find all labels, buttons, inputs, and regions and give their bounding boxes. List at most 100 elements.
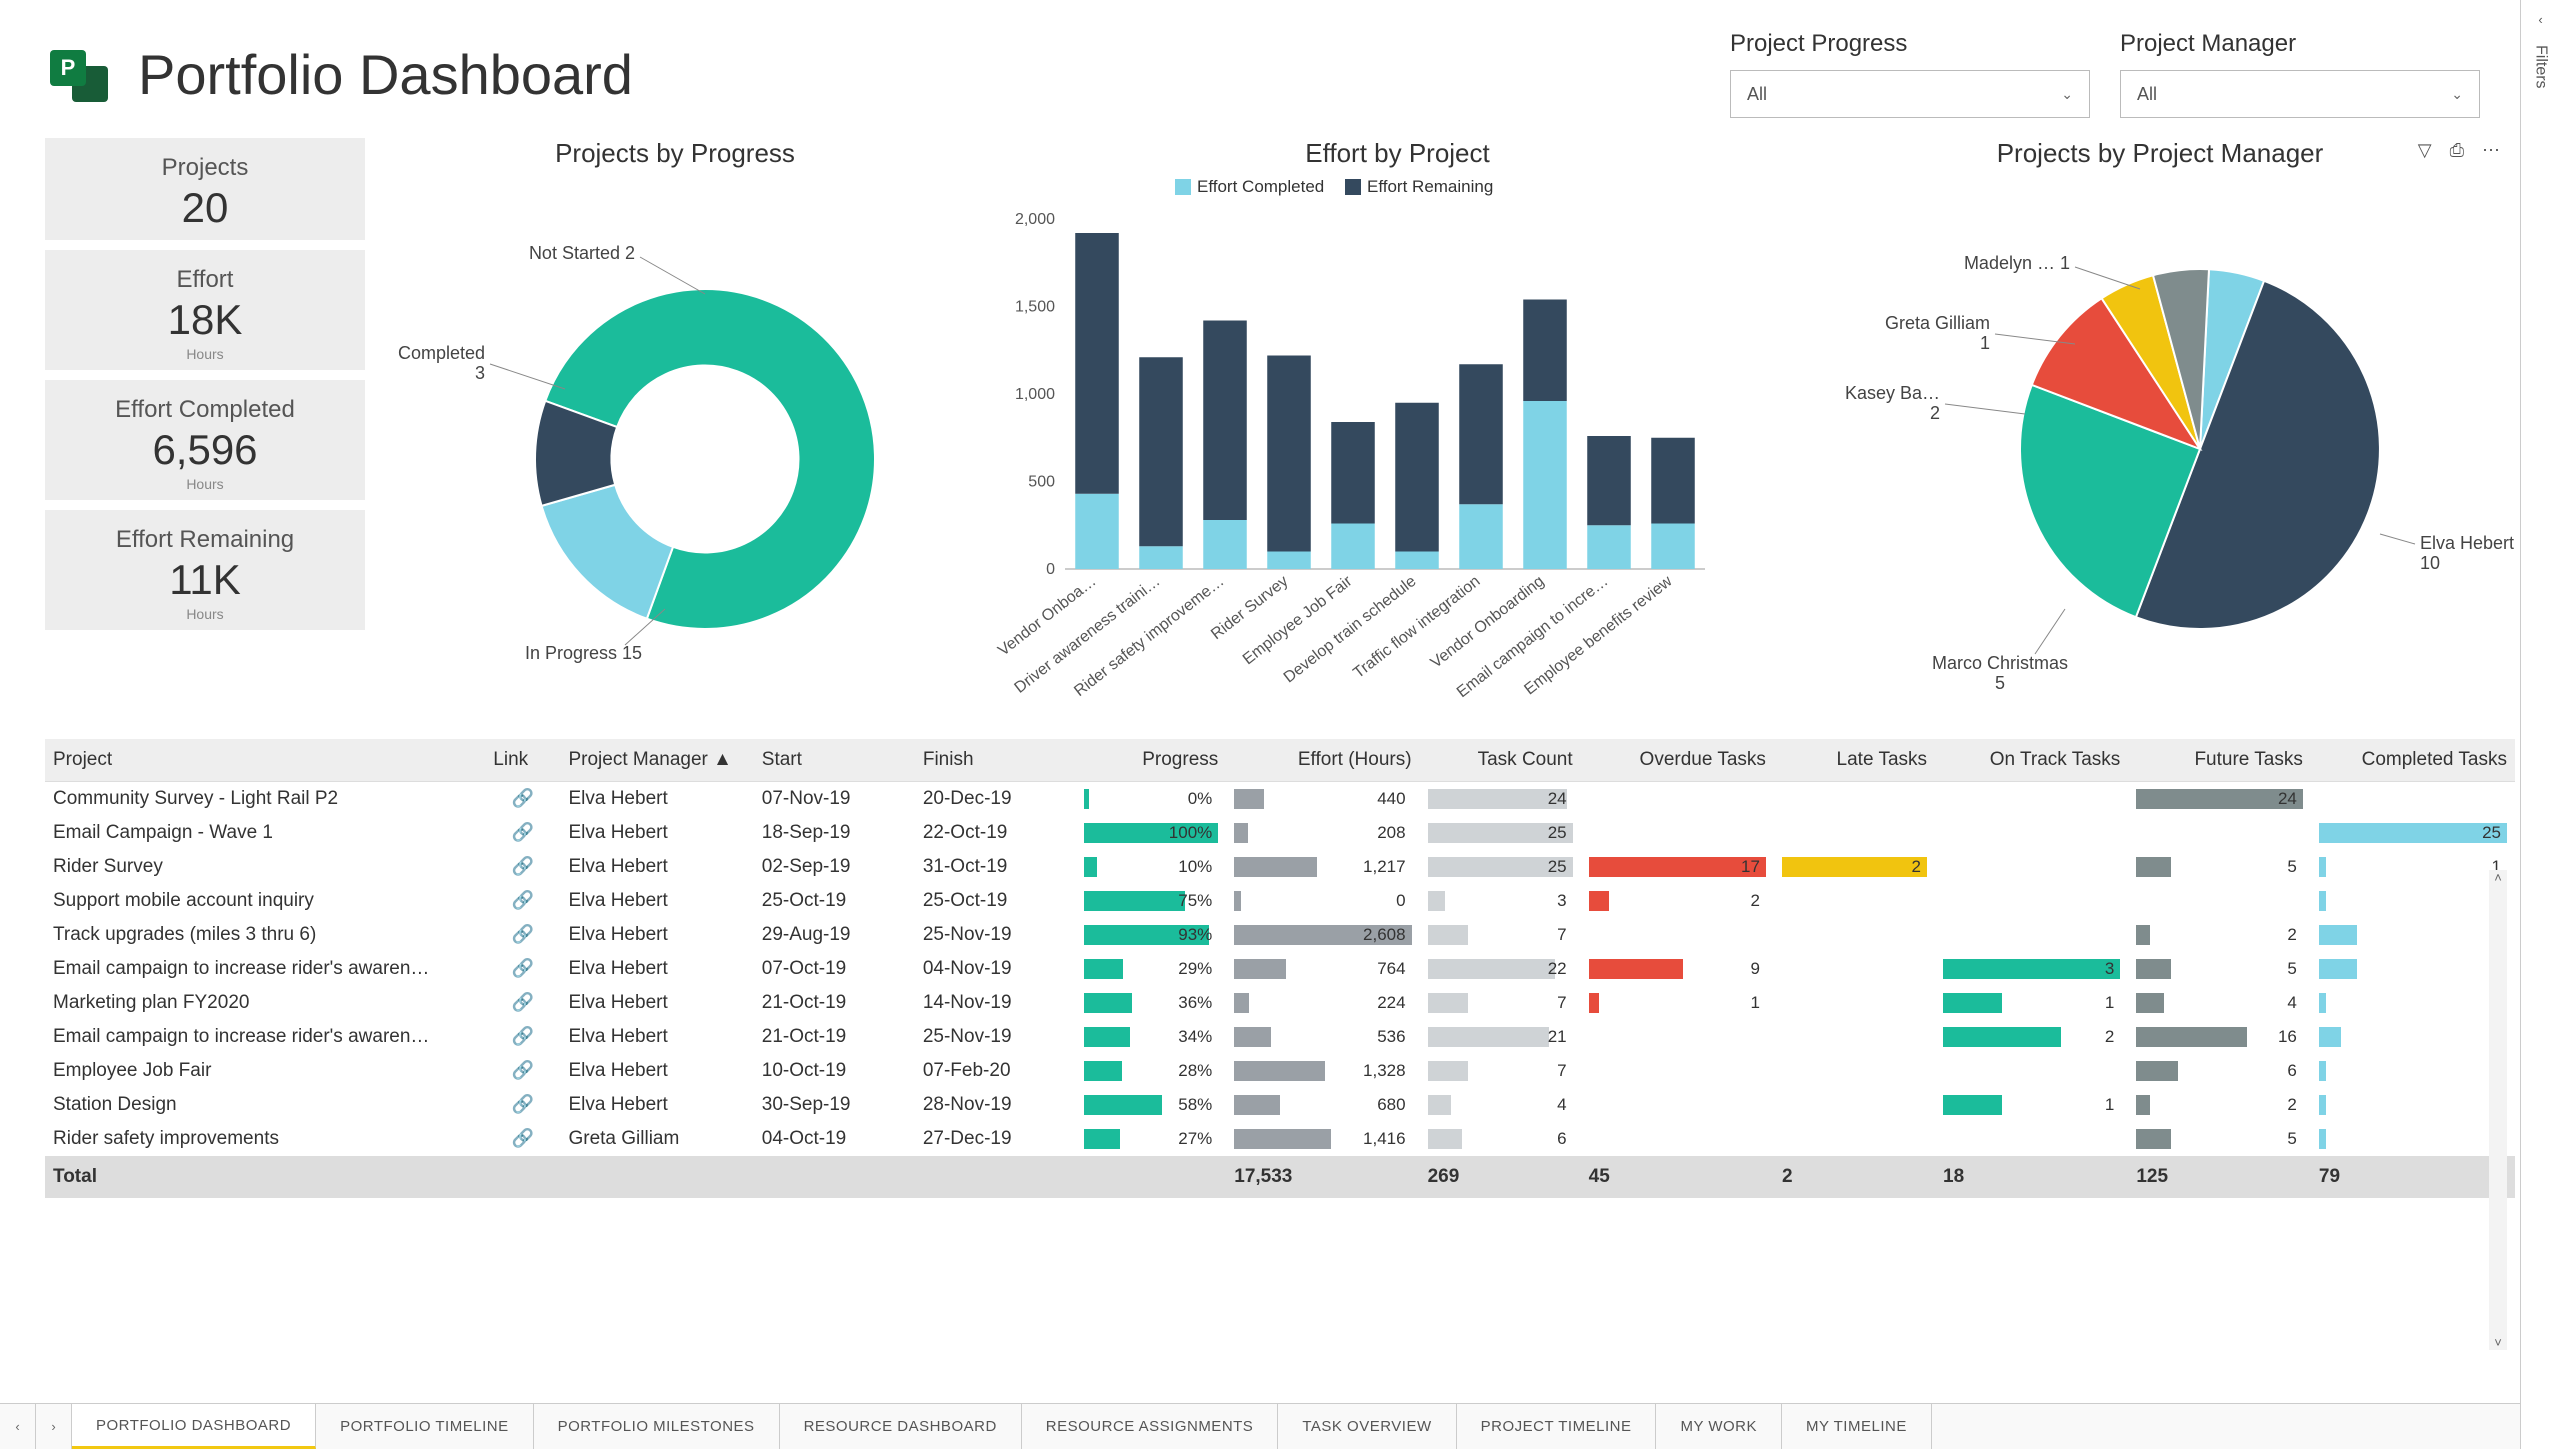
- kpi-value: 6,596: [45, 426, 365, 474]
- slicer-dropdown[interactable]: All ⌄: [1730, 70, 2090, 118]
- col-header[interactable]: On Track Tasks: [1935, 739, 2128, 782]
- cell-project: Marketing plan FY2020: [45, 986, 485, 1020]
- cell-project: Track upgrades (miles 3 thru 6): [45, 918, 485, 952]
- svg-text:Effort Remaining: Effort Remaining: [1367, 179, 1493, 196]
- slicer-project progress: Project Progress All ⌄: [1730, 30, 2090, 118]
- kpi-value: 20: [45, 184, 365, 232]
- cell-finish: 04-Nov-19: [915, 952, 1076, 986]
- cell-start: 30-Sep-19: [754, 1088, 915, 1122]
- tab-my work[interactable]: MY WORK: [1656, 1404, 1782, 1449]
- link-icon[interactable]: 🔗: [512, 1094, 534, 1115]
- cell-finish: 28-Nov-19: [915, 1088, 1076, 1122]
- kpi-card: Effort Completed 6,596 Hours: [45, 380, 365, 500]
- table-row[interactable]: Community Survey - Light Rail P2 🔗 Elva …: [45, 782, 2515, 817]
- kpi-unit: Hours: [45, 606, 365, 622]
- chart-title-effort: Effort by Project: [995, 138, 1800, 169]
- filters-panel-toggle[interactable]: ‹ Filters: [2520, 0, 2560, 1449]
- col-header[interactable]: Project Manager ▲: [560, 739, 753, 782]
- tab-project timeline[interactable]: PROJECT TIMELINE: [1457, 1404, 1657, 1449]
- kpi-label: Effort Completed: [45, 396, 365, 424]
- svg-text:Elva Hebert: Elva Hebert: [2420, 533, 2514, 553]
- cell-finish: 27-Dec-19: [915, 1122, 1076, 1156]
- kpi-unit: Hours: [45, 476, 365, 492]
- tab-portfolio timeline[interactable]: PORTFOLIO TIMELINE: [316, 1404, 533, 1449]
- col-header[interactable]: Future Tasks: [2128, 739, 2311, 782]
- table-row[interactable]: Rider safety improvements 🔗 Greta Gillia…: [45, 1122, 2515, 1156]
- svg-text:1,500: 1,500: [1015, 299, 1055, 316]
- cell-pm: Elva Hebert: [560, 884, 753, 918]
- svg-text:Madelyn … 1: Madelyn … 1: [1964, 253, 2070, 273]
- col-header[interactable]: Start: [754, 739, 915, 782]
- link-icon[interactable]: 🔗: [512, 1026, 534, 1047]
- cell-project: Email Campaign - Wave 1: [45, 816, 485, 850]
- link-icon[interactable]: 🔗: [512, 788, 534, 809]
- cell-project: Email campaign to increase rider's aware…: [45, 952, 485, 986]
- svg-text:Effort Completed: Effort Completed: [1197, 179, 1324, 196]
- cell-start: 10-Oct-19: [754, 1054, 915, 1088]
- link-icon[interactable]: 🔗: [512, 924, 534, 945]
- link-icon[interactable]: 🔗: [512, 822, 534, 843]
- col-header[interactable]: Completed Tasks: [2311, 739, 2515, 782]
- table-row[interactable]: Email Campaign - Wave 1 🔗 Elva Hebert 18…: [45, 816, 2515, 850]
- cell-project: Rider safety improvements: [45, 1122, 485, 1156]
- cell-pm: Greta Gilliam: [560, 1122, 753, 1156]
- col-header[interactable]: Finish: [915, 739, 1076, 782]
- kpi-label: Effort: [45, 266, 365, 294]
- table-row[interactable]: Station Design 🔗 Elva Hebert 30-Sep-19 2…: [45, 1088, 2515, 1122]
- chart-title-pm: Projects by Project Manager: [1820, 138, 2500, 169]
- table-row[interactable]: Marketing plan FY2020 🔗 Elva Hebert 21-O…: [45, 986, 2515, 1020]
- chevron-down-icon: ⌄: [2061, 86, 2073, 103]
- link-icon[interactable]: 🔗: [512, 890, 534, 911]
- col-header[interactable]: Effort (Hours): [1226, 739, 1419, 782]
- link-icon[interactable]: 🔗: [512, 992, 534, 1013]
- projects-table[interactable]: ProjectLinkProject Manager ▲StartFinishP…: [45, 739, 2515, 1198]
- pin-icon[interactable]: ⎙: [2450, 140, 2464, 161]
- kpi-card: Effort 18K Hours: [45, 250, 365, 370]
- tab-resource dashboard[interactable]: RESOURCE DASHBOARD: [780, 1404, 1022, 1449]
- col-header[interactable]: Task Count: [1420, 739, 1581, 782]
- effort-by-project-chart[interactable]: Effort CompletedEffort Remaining05001,00…: [995, 179, 1715, 739]
- cell-start: 07-Nov-19: [754, 782, 915, 817]
- col-header[interactable]: Overdue Tasks: [1581, 739, 1774, 782]
- table-row[interactable]: Email campaign to increase rider's aware…: [45, 1020, 2515, 1054]
- slicer-dropdown[interactable]: All ⌄: [2120, 70, 2480, 118]
- cell-start: 21-Oct-19: [754, 986, 915, 1020]
- table-row[interactable]: Track upgrades (miles 3 thru 6) 🔗 Elva H…: [45, 918, 2515, 952]
- table-row[interactable]: Employee Job Fair 🔗 Elva Hebert 10-Oct-1…: [45, 1054, 2515, 1088]
- more-icon[interactable]: ⋯: [2482, 140, 2500, 161]
- col-header[interactable]: Late Tasks: [1774, 739, 1935, 782]
- tab-portfolio dashboard[interactable]: PORTFOLIO DASHBOARD: [72, 1404, 316, 1449]
- col-header[interactable]: Link: [485, 739, 560, 782]
- kpi-value: 11K: [45, 556, 365, 604]
- link-icon[interactable]: 🔗: [512, 1128, 534, 1149]
- kpi-label: Effort Remaining: [45, 526, 365, 554]
- kpi-label: Projects: [45, 154, 365, 182]
- table-row[interactable]: Email campaign to increase rider's aware…: [45, 952, 2515, 986]
- cell-pm: Elva Hebert: [560, 918, 753, 952]
- filter-icon[interactable]: ▽: [2418, 140, 2432, 161]
- kpi-card: Effort Remaining 11K Hours: [45, 510, 365, 630]
- svg-text:Employee Job Fair: Employee Job Fair: [1240, 572, 1356, 668]
- filters-label: Filters: [2532, 45, 2550, 89]
- link-icon[interactable]: 🔗: [512, 856, 534, 877]
- cell-start: 18-Sep-19: [754, 816, 915, 850]
- tab-task overview[interactable]: TASK OVERVIEW: [1278, 1404, 1456, 1449]
- slicer-project manager: Project Manager All ⌄: [2120, 30, 2480, 118]
- tab-portfolio milestones[interactable]: PORTFOLIO MILESTONES: [534, 1404, 780, 1449]
- tab-prev[interactable]: ‹: [0, 1404, 36, 1449]
- tab-next[interactable]: ›: [36, 1404, 72, 1449]
- table-row[interactable]: Rider Survey 🔗 Elva Hebert 02-Sep-19 31-…: [45, 850, 2515, 884]
- tab-my timeline[interactable]: MY TIMELINE: [1782, 1404, 1932, 1449]
- col-header[interactable]: Progress: [1076, 739, 1226, 782]
- projects-by-pm-chart[interactable]: Elva Hebert10Marco Christmas5Kasey Ba…2G…: [1820, 179, 2520, 699]
- cell-finish: 25-Nov-19: [915, 1020, 1076, 1054]
- table-scrollbar[interactable]: ˄ ˅: [2489, 870, 2507, 1350]
- svg-text:Kasey Ba…: Kasey Ba…: [1845, 383, 1940, 403]
- col-header[interactable]: Project: [45, 739, 485, 782]
- cell-start: 25-Oct-19: [754, 884, 915, 918]
- projects-by-progress-chart[interactable]: In Progress 15Completed3Not Started 2: [375, 179, 995, 699]
- table-row[interactable]: Support mobile account inquiry 🔗 Elva He…: [45, 884, 2515, 918]
- link-icon[interactable]: 🔗: [512, 1060, 534, 1081]
- link-icon[interactable]: 🔗: [512, 958, 534, 979]
- tab-resource assignments[interactable]: RESOURCE ASSIGNMENTS: [1022, 1404, 1279, 1449]
